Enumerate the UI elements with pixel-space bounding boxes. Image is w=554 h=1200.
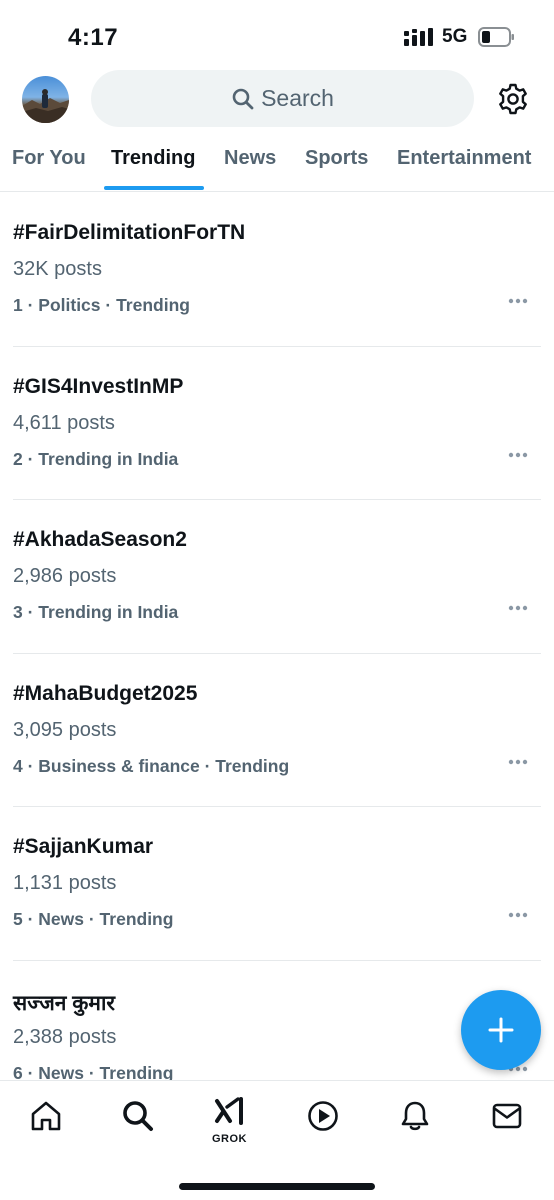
status-bar: 4:17 5G bbox=[0, 0, 554, 70]
compose-post-button[interactable] bbox=[461, 990, 541, 1070]
trend-meta: 3 · Trending in India bbox=[13, 602, 179, 622]
avatar-image bbox=[22, 89, 69, 123]
search-icon[interactable] bbox=[121, 1099, 155, 1133]
tab-news[interactable]: News bbox=[224, 147, 276, 170]
avatar[interactable] bbox=[22, 76, 69, 123]
search-bar[interactable]: Search bbox=[91, 70, 474, 127]
battery-icon bbox=[478, 27, 514, 47]
trend-meta: 4 · Business & finance · Trending bbox=[13, 755, 290, 776]
video-play-icon[interactable] bbox=[306, 1099, 340, 1133]
search-icon bbox=[232, 88, 254, 109]
home-indicator bbox=[179, 1183, 375, 1190]
settings-gear-icon[interactable] bbox=[496, 82, 530, 116]
trend-post-count: 32K posts bbox=[13, 258, 102, 280]
more-options-icon[interactable] bbox=[508, 604, 528, 612]
tab-for-you[interactable]: For You bbox=[12, 147, 86, 170]
trends-list: #FairDelimitationForTN 32K posts 1 · Pol… bbox=[0, 193, 554, 1080]
signal-icon bbox=[404, 28, 433, 46]
tab-entertainment[interactable]: Entertainment bbox=[397, 147, 531, 170]
trend-item[interactable]: #SajjanKumar 1,131 posts 5 · News · Tren… bbox=[13, 807, 541, 961]
trend-name: #GIS4InvestInMP bbox=[13, 374, 184, 398]
trend-meta: 2 · Trending in India bbox=[13, 448, 179, 469]
home-icon[interactable] bbox=[29, 1099, 63, 1133]
trend-item[interactable]: #MahaBudget2025 3,095 posts 4 · Business… bbox=[13, 654, 541, 807]
bottom-nav-bar: GROK bbox=[0, 1080, 554, 1200]
trend-post-count: 2,986 posts bbox=[13, 565, 117, 587]
trend-meta: 6 · News · Trending bbox=[13, 1062, 174, 1081]
grok-label: GROK bbox=[212, 1133, 247, 1145]
trend-name: #MahaBudget2025 bbox=[13, 681, 198, 705]
tab-trending[interactable]: Trending bbox=[111, 147, 195, 170]
messages-envelope-icon[interactable] bbox=[490, 1099, 524, 1133]
top-header: Search bbox=[0, 70, 554, 132]
trend-name: #SajjanKumar bbox=[13, 835, 154, 858]
grok-icon[interactable] bbox=[214, 1095, 248, 1129]
network-label: 5G bbox=[442, 26, 468, 47]
trend-item[interactable]: #FairDelimitationForTN 32K posts 1 · Pol… bbox=[13, 193, 541, 347]
active-tab-indicator bbox=[104, 186, 204, 190]
trend-name: #AkhadaSeason2 bbox=[13, 528, 187, 551]
trend-meta: 5 · News · Trending bbox=[13, 909, 174, 929]
tab-bar: For You Trending News Sports Entertainme… bbox=[0, 132, 554, 192]
status-time: 4:17 bbox=[68, 24, 119, 51]
trend-post-count: 2,388 posts bbox=[13, 1025, 117, 1048]
trend-item[interactable]: #GIS4InvestInMP 4,611 posts 2 · Trending… bbox=[13, 347, 541, 500]
more-options-icon[interactable] bbox=[508, 451, 528, 459]
more-options-icon[interactable] bbox=[508, 758, 528, 766]
trend-name: सज्जन कुमार bbox=[13, 991, 115, 1015]
trend-post-count: 3,095 posts bbox=[13, 718, 117, 741]
trend-name: #FairDelimitationForTN bbox=[13, 221, 246, 244]
more-options-icon[interactable] bbox=[508, 911, 528, 919]
trend-post-count: 4,611 posts bbox=[13, 411, 115, 434]
trend-post-count: 1,131 posts bbox=[13, 872, 117, 894]
trend-item[interactable]: #AkhadaSeason2 2,986 posts 3 · Trending … bbox=[13, 500, 541, 654]
tab-sports[interactable]: Sports bbox=[305, 147, 368, 170]
search-placeholder: Search bbox=[261, 85, 334, 111]
notifications-bell-icon[interactable] bbox=[398, 1099, 432, 1133]
trend-meta: 1 · Politics · Trending bbox=[13, 295, 190, 315]
more-options-icon[interactable] bbox=[508, 297, 528, 305]
plus-icon bbox=[488, 1017, 514, 1043]
